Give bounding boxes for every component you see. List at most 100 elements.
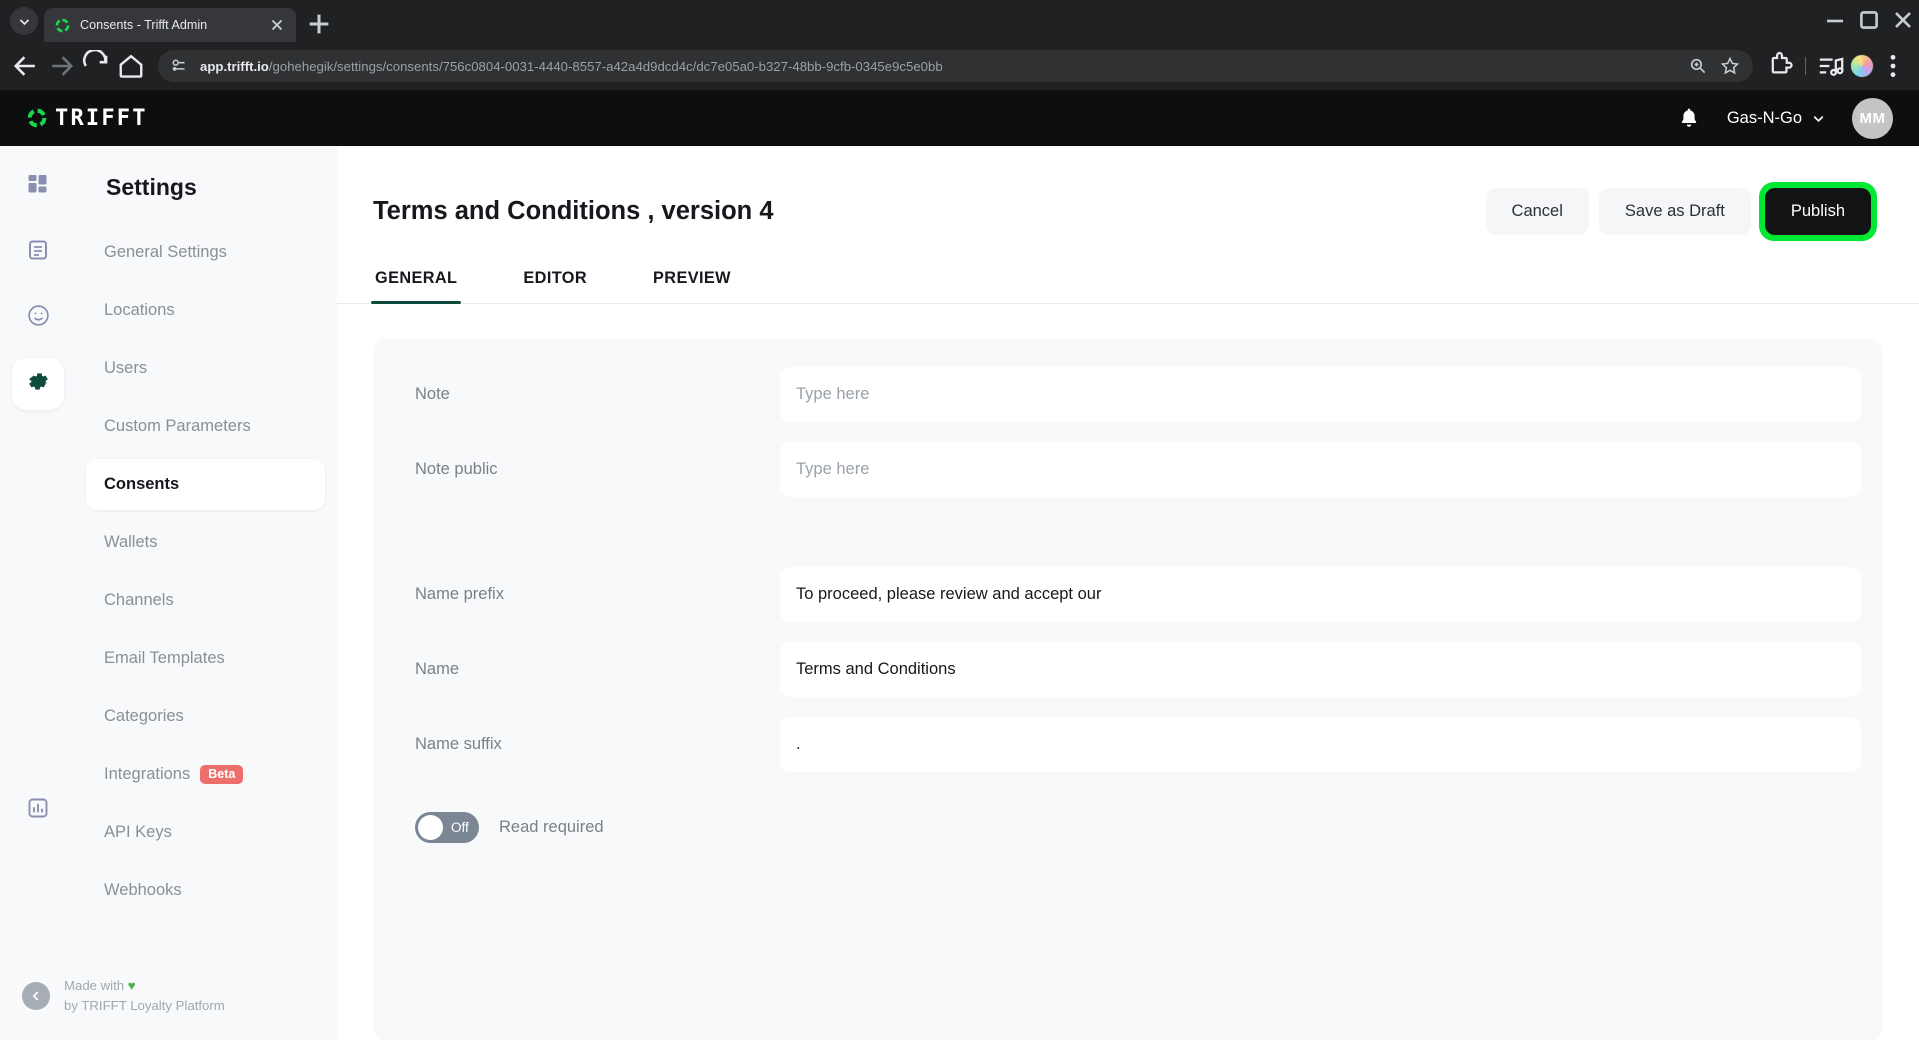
logo-text: TRIFFT <box>55 105 148 131</box>
sidebar-nav: Settings General Settings Locations User… <box>76 146 337 1040</box>
gear-icon <box>26 369 51 399</box>
name-suffix-input[interactable]: . <box>780 717 1861 772</box>
sidebar-item-api-keys[interactable]: API Keys <box>86 807 325 858</box>
back-arrow-icon[interactable] <box>10 50 42 82</box>
toggle-knob <box>418 815 443 840</box>
read-required-row: Off Read required <box>395 812 1861 843</box>
field-label: Name <box>415 660 460 678</box>
notification-bell-icon[interactable] <box>1677 106 1701 130</box>
browser-toolbar: app.trifft.io/gohehegik/settings/consent… <box>0 42 1919 90</box>
field-label: Name suffix <box>415 735 502 753</box>
browser-tabstrip: Consents - Trifft Admin <box>0 0 1919 42</box>
save-as-draft-button[interactable]: Save as Draft <box>1598 188 1751 235</box>
url-path: /gohehegik/settings/consents/756c0804-00… <box>268 58 943 74</box>
field-name-prefix: Name prefix To proceed, please review an… <box>395 567 1861 622</box>
page-tabs: GENERAL EDITOR PREVIEW <box>337 269 1919 304</box>
sidebar-item-channels[interactable]: Channels <box>86 575 325 626</box>
sidebar-item-label: Categories <box>104 707 184 725</box>
field-name-suffix: Name suffix . <box>395 717 1861 772</box>
zoom-icon[interactable] <box>1687 55 1709 77</box>
document-lines-icon <box>26 238 50 267</box>
sidebar-item-label: Locations <box>104 301 175 319</box>
page-actions: Cancel Save as Draft Publish <box>1485 184 1875 239</box>
org-switcher[interactable]: Gas-N-Go <box>1727 109 1826 128</box>
sidebar-item-label: Webhooks <box>104 881 182 899</box>
heart-icon: ♥ <box>127 978 136 994</box>
sidebar-footer: Made with ♥ by TRIFFT Loyalty Platform <box>0 976 337 1016</box>
minimize-icon[interactable] <box>1819 4 1851 36</box>
maximize-icon[interactable] <box>1853 4 1885 36</box>
read-required-label: Read required <box>499 818 604 836</box>
general-form-panel: Note Type here Note public Type here Nam… <box>373 339 1883 1040</box>
close-icon[interactable] <box>268 16 286 34</box>
sidebar-item-users[interactable]: Users <box>86 343 325 394</box>
name-prefix-input[interactable]: To proceed, please review and accept our <box>780 567 1861 622</box>
publish-button[interactable]: Publish <box>1764 188 1871 235</box>
trifft-admin-app: TRIFFT Gas-N-Go MM Settings General Sett… <box>0 90 1919 1040</box>
note-public-input[interactable]: Type here <box>780 442 1861 497</box>
sidebar-item-label: API Keys <box>104 823 172 841</box>
field-label: Note public <box>415 460 498 478</box>
tab-editor[interactable]: EDITOR <box>521 269 589 303</box>
trifft-ring-icon <box>54 17 71 34</box>
browser-tab[interactable]: Consents - Trifft Admin <box>44 8 296 42</box>
tab-search-button[interactable] <box>10 7 38 35</box>
home-icon[interactable] <box>115 50 147 82</box>
read-required-toggle[interactable]: Off <box>415 812 479 843</box>
avatar[interactable]: MM <box>1852 97 1893 139</box>
cancel-button[interactable]: Cancel <box>1485 188 1589 235</box>
tab-preview[interactable]: PREVIEW <box>651 269 733 303</box>
made-with-line1: Made with <box>64 978 125 994</box>
app-header-actions: Gas-N-Go MM <box>1677 97 1893 139</box>
sidebar-rail <box>0 146 76 1040</box>
browser-window: Consents - Trifft Admin app.trifft.io/go… <box>0 0 1919 1040</box>
made-with-line2: by TRIFFT Loyalty Platform <box>64 998 225 1014</box>
dashboard-grid-icon <box>26 172 50 201</box>
field-name: Name Terms and Conditions <box>395 642 1861 697</box>
sidebar-item-webhooks[interactable]: Webhooks <box>86 865 325 916</box>
tab-title: Consents - Trifft Admin <box>80 18 208 32</box>
sidebar-rail-content[interactable] <box>12 226 64 278</box>
name-input[interactable]: Terms and Conditions <box>780 642 1861 697</box>
sidebar-item-consents[interactable]: Consents <box>86 459 325 510</box>
sidebar-item-integrations[interactable]: Integrations Beta <box>86 749 325 800</box>
sidebar-item-email-templates[interactable]: Email Templates <box>86 633 325 684</box>
kebab-menu-icon[interactable] <box>1877 50 1909 82</box>
new-tab-button[interactable] <box>304 9 334 39</box>
tab-general[interactable]: GENERAL <box>370 269 462 304</box>
org-name: Gas-N-Go <box>1726 108 1802 127</box>
star-icon[interactable] <box>1719 55 1741 77</box>
field-note-public: Note public Type here <box>395 442 1861 497</box>
url-text: app.trifft.io/gohehegik/settings/consent… <box>200 59 1677 74</box>
window-close-icon[interactable] <box>1887 4 1919 36</box>
note-input[interactable]: Type here <box>780 367 1861 422</box>
site-settings-icon[interactable] <box>168 55 190 77</box>
main-content: Terms and Conditions , version 4 Cancel … <box>337 146 1919 1040</box>
media-controls-icon[interactable] <box>1815 50 1847 82</box>
sidebar-rail-engagement[interactable] <box>12 292 64 344</box>
sidebar-item-general-settings[interactable]: General Settings <box>86 227 325 278</box>
sidebar-item-label: Consents <box>104 475 180 493</box>
trifft-logo[interactable]: TRIFFT <box>26 106 148 131</box>
publish-highlight: Publish <box>1760 184 1875 239</box>
extensions-puzzle-icon[interactable] <box>1764 50 1796 82</box>
field-note: Note Type here <box>395 367 1861 422</box>
sidebar-item-categories[interactable]: Categories <box>86 691 325 742</box>
chevron-left-icon[interactable] <box>22 982 50 1011</box>
address-bar[interactable]: app.trifft.io/gohehegik/settings/consent… <box>158 50 1753 82</box>
sidebar-rail-dashboard[interactable] <box>12 160 64 212</box>
profile-avatar-icon[interactable] <box>1850 54 1874 78</box>
reload-icon[interactable] <box>80 50 112 82</box>
bar-chart-icon <box>26 796 50 825</box>
trifft-ring-icon <box>26 107 48 129</box>
sidebar-item-wallets[interactable]: Wallets <box>86 517 325 568</box>
field-label: Name prefix <box>415 585 504 603</box>
sidebar-rail-reports[interactable] <box>12 784 64 836</box>
sidebar-item-locations[interactable]: Locations <box>86 285 325 336</box>
toggle-state: Off <box>451 820 469 835</box>
sidebar-rail-settings[interactable] <box>12 358 64 410</box>
app-body: Settings General Settings Locations User… <box>0 146 1919 1040</box>
toolbar-divider <box>1805 57 1806 75</box>
forward-arrow-icon[interactable] <box>45 50 77 82</box>
sidebar-item-custom-parameters[interactable]: Custom Parameters <box>86 401 325 452</box>
